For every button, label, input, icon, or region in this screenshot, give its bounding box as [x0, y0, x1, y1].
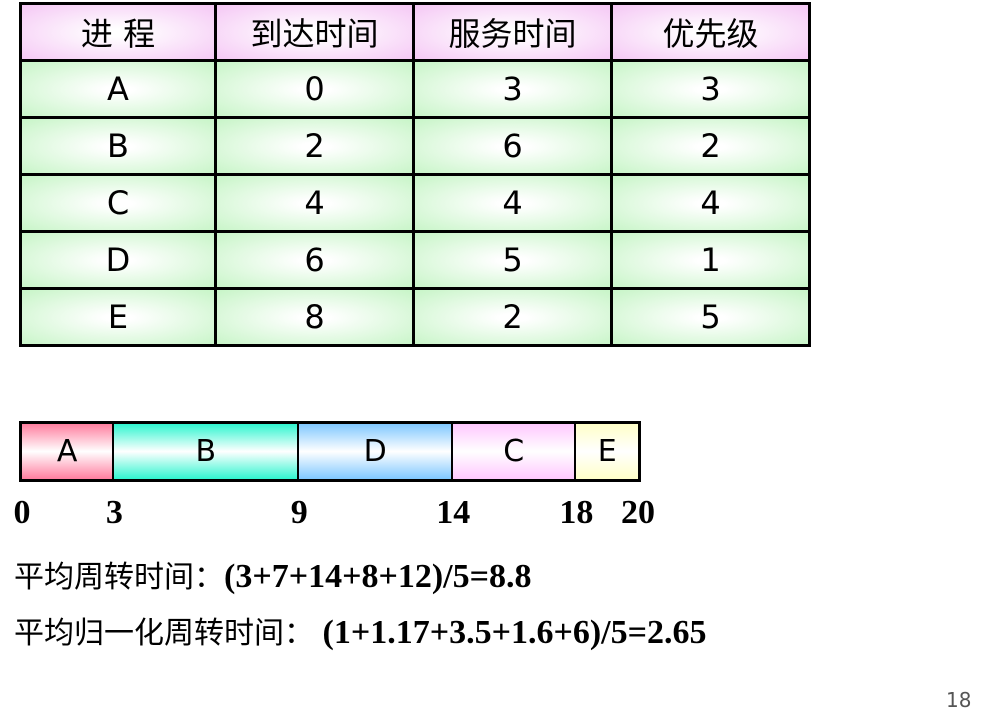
- table-cell: 5: [610, 287, 811, 347]
- table-cell: 0: [214, 59, 415, 119]
- gantt-tick: 18: [559, 494, 594, 531]
- table-cell: 2: [214, 116, 415, 176]
- table-cell: 2: [610, 116, 811, 176]
- process-table: 进 程 到达时间 服务时间 优先级 A033B262C444D651E825: [19, 2, 811, 347]
- table-cell: 5: [412, 230, 613, 290]
- table-cell: C: [19, 173, 217, 233]
- table-header: 进 程 到达时间 服务时间 优先级: [19, 2, 811, 62]
- gantt-segment-E: E: [576, 424, 638, 479]
- table-cell: 6: [214, 230, 415, 290]
- gantt-segment-C: C: [453, 424, 577, 479]
- table-cell: D: [19, 230, 217, 290]
- table-cell: 4: [214, 173, 415, 233]
- gantt-tick: 0: [13, 494, 31, 531]
- table-cell: 8: [214, 287, 415, 347]
- header-cell: 优先级: [610, 2, 811, 62]
- table-cell: 4: [610, 173, 811, 233]
- gantt-tick: 3: [105, 494, 123, 531]
- avg-weighted-label: 平均归一化周转时间：: [14, 616, 314, 651]
- table-cell: 4: [412, 173, 613, 233]
- gantt-tick: 14: [436, 494, 471, 531]
- gantt-chart: ABDCE: [19, 421, 641, 482]
- page-number: 18: [946, 688, 972, 712]
- header-cell: 到达时间: [214, 2, 415, 62]
- gantt-tick: 9: [290, 494, 308, 531]
- avg-turnaround-formula: (3+7+14+8+12)/5=8.8: [224, 558, 532, 595]
- gantt-tick: 20: [621, 494, 655, 531]
- avg-turnaround-label: 平均周转时间：: [14, 560, 224, 595]
- table-row: E825: [19, 287, 811, 347]
- table-cell: 2: [412, 287, 613, 347]
- table-row: B262: [19, 116, 811, 176]
- table-cell: 3: [610, 59, 811, 119]
- header-cell: 服务时间: [412, 2, 613, 62]
- avg-turnaround: 平均周转时间：(3+7+14+8+12)/5=8.8: [14, 552, 531, 596]
- table-cell: 1: [610, 230, 811, 290]
- avg-weighted-turnaround: 平均归一化周转时间： (1+1.17+3.5+1.6+6)/5=2.65: [14, 608, 706, 652]
- table-row: C444: [19, 173, 811, 233]
- table-cell: 3: [412, 59, 613, 119]
- table-cell: 6: [412, 116, 613, 176]
- avg-weighted-formula: (1+1.17+3.5+1.6+6)/5=2.65: [314, 614, 707, 651]
- table-cell: A: [19, 59, 217, 119]
- table-row: D651: [19, 230, 811, 290]
- gantt-segment-A: A: [22, 424, 115, 479]
- gantt-segment-D: D: [299, 424, 454, 479]
- header-cell: 进 程: [19, 2, 217, 62]
- table-cell: B: [19, 116, 217, 176]
- table-cell: E: [19, 287, 217, 347]
- table-row: A033: [19, 59, 811, 119]
- gantt-segment-B: B: [114, 424, 300, 479]
